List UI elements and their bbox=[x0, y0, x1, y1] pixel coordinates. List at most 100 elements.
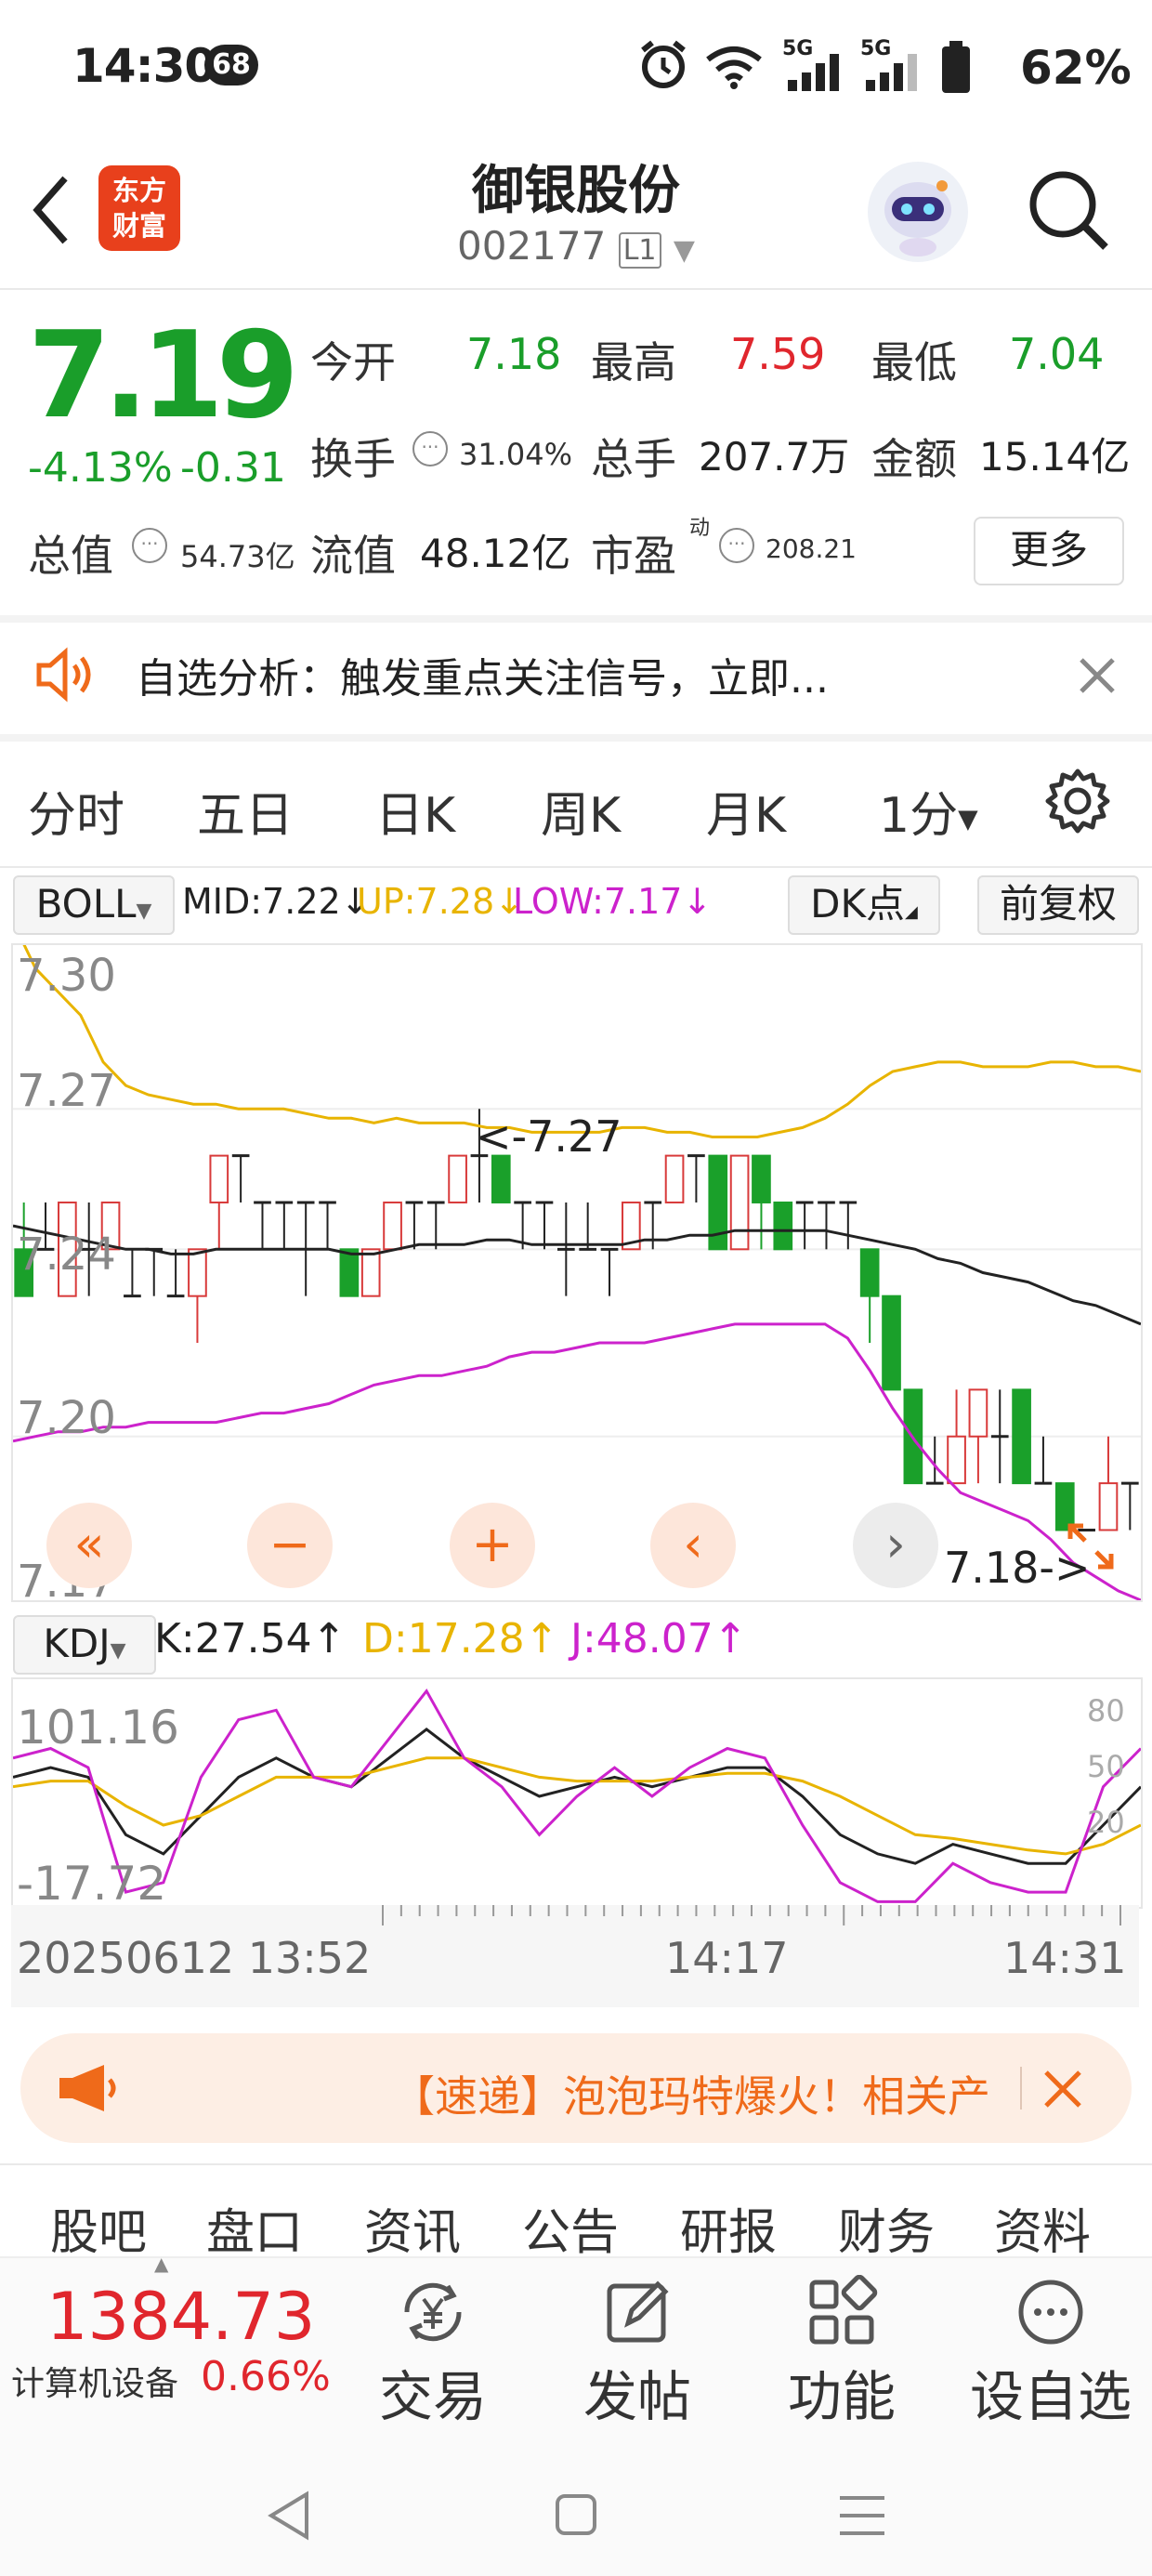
boll-indicator-select[interactable]: BOLL▼ bbox=[13, 875, 175, 935]
scroll-to-start-button[interactable]: « bbox=[46, 1503, 132, 1588]
info-dots-icon[interactable]: ··· bbox=[412, 431, 448, 467]
tab-research[interactable]: 研报 bbox=[680, 2193, 777, 2263]
open-value: 7.18 bbox=[466, 329, 562, 379]
kdj-indicator-select[interactable]: KDJ▼ bbox=[13, 1615, 156, 1675]
trade-yen-icon bbox=[404, 2282, 462, 2342]
tab-monthly-k[interactable]: 月K bbox=[706, 776, 786, 846]
settings-gear-icon[interactable] bbox=[1044, 768, 1111, 835]
add-watchlist-button[interactable]: 设自选 bbox=[962, 2264, 1139, 2428]
float-cap-value: 48.12亿 bbox=[420, 531, 571, 576]
candle-body bbox=[209, 1154, 229, 1203]
candle-body bbox=[664, 1154, 685, 1203]
more-button[interactable]: 更多 bbox=[974, 517, 1124, 585]
low-value: 7.04 bbox=[1009, 329, 1105, 379]
wifi-icon bbox=[706, 46, 762, 89]
kdj-chart-svg bbox=[12, 1689, 1143, 1903]
kdj-chart[interactable] bbox=[11, 1677, 1143, 1909]
amount-label: 金额 bbox=[871, 434, 957, 484]
corner-triangle-icon: ◢ bbox=[905, 902, 918, 922]
float-cap-label: 流值 bbox=[310, 531, 396, 581]
kdj-y-top: 101.16 bbox=[17, 1701, 179, 1755]
candlestick-chart[interactable] bbox=[11, 921, 1143, 1602]
y-axis-label: 7.27 bbox=[17, 1065, 116, 1117]
volume-label: 总手 bbox=[591, 434, 676, 484]
analysis-notice[interactable]: 自选分析：触发重点关注信号，立即... bbox=[0, 617, 1152, 729]
stock-name: 御银股份 bbox=[472, 161, 680, 221]
candle-body bbox=[859, 1248, 880, 1297]
candle-body bbox=[729, 1154, 750, 1251]
high-value: 7.59 bbox=[730, 329, 826, 379]
kdj-d-line bbox=[12, 1756, 1142, 1856]
zoom-in-button[interactable]: + bbox=[450, 1503, 535, 1588]
boll-mid-value: MID:7.22↓ bbox=[182, 881, 371, 922]
search-icon[interactable] bbox=[1026, 167, 1111, 253]
volume-value: 207.7万 bbox=[699, 434, 850, 480]
amount-value: 15.14亿 bbox=[979, 434, 1131, 480]
news-text: 【速递】泡泡玛特爆火！相关产 bbox=[392, 2071, 990, 2122]
signal-icon bbox=[788, 54, 839, 91]
sector-index-value[interactable]: 1384.73 bbox=[46, 2279, 315, 2355]
boll-up-value: UP:7.28↓ bbox=[357, 881, 524, 922]
tab-intraday[interactable]: 分时 bbox=[28, 776, 124, 846]
candle-body bbox=[383, 1201, 402, 1251]
caret-down-icon: ▼ bbox=[110, 1639, 126, 1663]
candle-body bbox=[360, 1248, 381, 1297]
scroll-left-button[interactable]: ‹ bbox=[650, 1503, 736, 1588]
robot-icon bbox=[884, 180, 951, 256]
tab-announcements[interactable]: 公告 bbox=[522, 2193, 619, 2263]
time-axis-ticks bbox=[382, 1905, 1121, 1925]
nav-menu-icon[interactable] bbox=[838, 2494, 886, 2537]
system-nav-bar bbox=[0, 2425, 1152, 2576]
tab-profile[interactable]: 资料 bbox=[994, 2193, 1091, 2263]
market-cap-value: 54.73亿 bbox=[180, 539, 295, 574]
close-icon[interactable] bbox=[1078, 656, 1117, 695]
zoom-out-button[interactable]: − bbox=[247, 1503, 333, 1588]
pe-dynamic-mark: 动 bbox=[689, 517, 711, 540]
signal-icon-2 bbox=[866, 54, 917, 91]
y-axis-label: 7.20 bbox=[17, 1392, 116, 1444]
status-time: 14:30 bbox=[72, 39, 216, 93]
tab-financials[interactable]: 财务 bbox=[838, 2193, 935, 2263]
stock-code: 002177 bbox=[457, 223, 607, 269]
tab-one-minute[interactable]: 1分▼ bbox=[879, 776, 978, 846]
sector-name: 计算机设备 bbox=[11, 2365, 179, 2403]
time-start: 20250612 13:52 bbox=[17, 1933, 372, 1983]
dk-point-button[interactable]: DK点◢ bbox=[788, 875, 940, 935]
nav-home-icon[interactable] bbox=[554, 2492, 598, 2537]
adjustment-button[interactable]: 前复权 bbox=[977, 875, 1139, 935]
tab-daily-k[interactable]: 日K bbox=[375, 776, 455, 846]
tab-five-day[interactable]: 五日 bbox=[197, 776, 294, 846]
trade-button[interactable]: 交易 bbox=[359, 2264, 507, 2428]
battery-percent: 62% bbox=[1020, 41, 1132, 95]
info-dots-icon[interactable]: ··· bbox=[132, 528, 167, 563]
kdj-level-50: 50 bbox=[1087, 1749, 1125, 1784]
candle-body bbox=[491, 1154, 511, 1203]
post-button[interactable]: 发帖 bbox=[563, 2264, 712, 2428]
low-label: 最低 bbox=[871, 337, 957, 388]
candle-body bbox=[773, 1201, 793, 1251]
change-amount: -0.31 bbox=[180, 444, 286, 492]
kdj-j-value: J:48.07↑ bbox=[570, 1615, 748, 1663]
function-button[interactable]: 功能 bbox=[767, 2264, 916, 2428]
high-label: 最高 bbox=[591, 337, 676, 388]
tab-order-book[interactable]: 盘口 bbox=[206, 2193, 303, 2263]
stock-code-row[interactable]: 002177 L1 ▼ bbox=[453, 223, 699, 269]
scroll-right-button[interactable]: › bbox=[853, 1503, 938, 1588]
info-dots-icon[interactable]: ··· bbox=[719, 528, 754, 563]
candle-chart-svg bbox=[11, 921, 1142, 1602]
candle-body bbox=[448, 1154, 467, 1203]
assistant-robot-avatar[interactable] bbox=[868, 162, 968, 262]
chevron-down-icon: ▼ bbox=[673, 234, 695, 267]
news-banner[interactable]: 【速递】泡泡玛特爆火！相关产 bbox=[20, 2033, 1132, 2143]
section-divider bbox=[0, 2163, 1152, 2165]
tab-guba[interactable]: 股吧 bbox=[50, 2193, 147, 2263]
nav-back-icon[interactable] bbox=[266, 2491, 312, 2541]
candle-body bbox=[188, 1248, 207, 1297]
tab-weekly-k[interactable]: 周K bbox=[541, 776, 621, 846]
close-icon[interactable] bbox=[1042, 2069, 1083, 2109]
expand-icon[interactable] bbox=[1065, 1520, 1117, 1572]
alarm-icon bbox=[641, 40, 686, 88]
megaphone-icon bbox=[59, 2065, 116, 2111]
tab-news[interactable]: 资讯 bbox=[364, 2193, 461, 2263]
caret-up-icon: ▲ bbox=[154, 2253, 169, 2275]
